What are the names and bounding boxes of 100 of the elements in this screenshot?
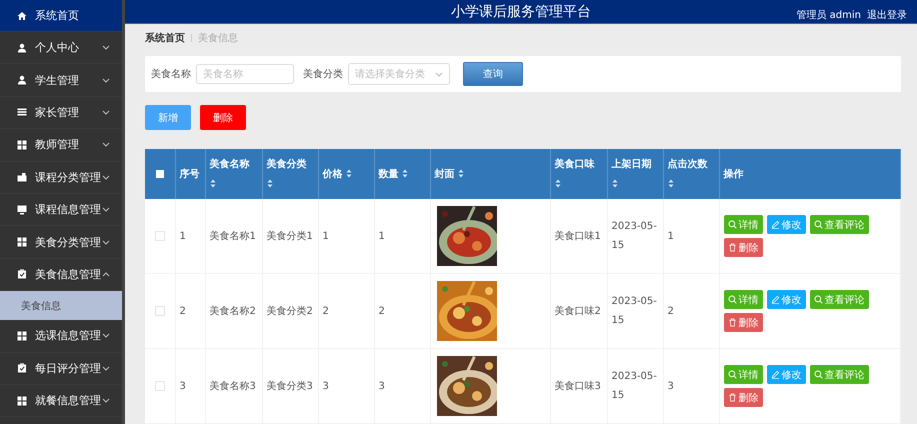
detail-button[interactable]: 详情 [724,215,762,234]
sidebar-item[interactable]: 家长管理 [0,96,122,130]
chevron-down-icon [102,110,110,115]
home-icon [17,10,27,20]
table-cell: 2023-05-15 [607,348,663,424]
breadcrumb-link[interactable]: 系统首页 [145,31,185,45]
table-cell: 3 [374,348,430,424]
sidebar-item[interactable]: 课程分类管理 [0,162,122,194]
grid-icon [17,396,27,406]
sidebar-item[interactable]: 个人中心 [0,32,122,64]
clipboard-icon [17,363,27,374]
delete-button[interactable]: 删除 [200,105,246,130]
list-icon [17,107,27,118]
add-button[interactable]: 新增 [145,105,191,130]
user-icon [17,75,27,86]
view-comments-button[interactable]: 查看评论 [810,215,868,234]
column-header[interactable]: 操作 [719,149,900,199]
sidebar-item[interactable]: 系统首页 [0,0,122,32]
app-title: 小学课后服务管理平台 [451,2,591,20]
trash-icon [728,243,736,252]
column-header[interactable]: 美食口味 [550,149,607,199]
table-cell: 美食分类2 [262,274,318,348]
table-cell: 2 [318,274,374,348]
column-header[interactable]: 美食分类 [262,149,318,199]
search-icon [814,370,822,379]
search-button[interactable]: 查询 [463,62,523,86]
sidebar-subitem[interactable]: 美食信息 [0,291,122,320]
column-header[interactable]: 美食名称 [205,149,262,199]
sort-icon[interactable] [612,178,618,188]
table-cell: 2 [175,274,205,348]
chevron-down-icon [102,78,110,83]
sort-icon[interactable] [554,178,560,188]
search-icon [728,370,736,379]
sort-icon[interactable] [210,178,216,188]
delete-button[interactable]: 删除 [724,238,762,257]
table-cell: 美食口味2 [550,274,607,348]
search-icon [814,220,822,229]
pencil-icon [770,370,780,379]
search-icon [728,295,736,304]
chevron-down-icon [435,72,443,76]
table-cell: 美食分类3 [262,348,318,424]
monitor-icon [17,204,27,215]
breadcrumb-current: 美食信息 [198,32,238,45]
sidebar-item[interactable]: 美食分类管理 [0,226,122,259]
edit-button[interactable]: 修改 [766,215,806,234]
view-comments-button[interactable]: 查看评论 [810,365,868,384]
table-cell: 3 [318,348,374,424]
edit-button[interactable]: 修改 [766,365,806,384]
detail-button[interactable]: 详情 [724,290,762,309]
chevron-down-icon [102,366,110,371]
sort-icon[interactable] [458,169,464,178]
name-input-field[interactable]: 美食名称 [196,64,294,84]
delete-button[interactable]: 删除 [724,388,762,407]
table-cell: 美食名称1 [205,199,262,274]
sidebar-item[interactable]: 教师管理 [0,129,122,162]
row-checkbox[interactable] [154,230,165,241]
table-cell: 美食名称3 [205,348,262,424]
sort-icon[interactable] [266,178,272,188]
row-checkbox[interactable] [154,306,165,316]
delete-button[interactable]: 删除 [724,313,762,332]
sort-icon[interactable] [668,178,674,188]
view-comments-button[interactable]: 查看评论 [810,290,868,309]
search-icon [728,220,736,229]
sidebar-item[interactable]: 学生管理 [0,64,122,97]
table-cell: 1 [175,199,205,274]
grid-icon [17,237,27,248]
sidebar-item[interactable]: 选课信息管理 [0,320,122,353]
sort-icon[interactable] [346,169,352,178]
pencil-icon [770,220,780,229]
sort-icon[interactable] [402,169,408,178]
grid-icon [17,140,27,150]
chevron-up-icon [102,272,110,277]
select-all-checkbox[interactable] [156,170,164,178]
table-cell: 美食口味3 [550,348,607,424]
grid-icon [17,330,27,341]
column-header[interactable]: 价格 [318,149,374,199]
table-cell: 2 [663,274,719,348]
user-label: 管理员 admin [796,9,861,22]
table-cell: 1 [374,199,430,274]
sidebar-item[interactable]: 课程信息管理 [0,194,122,226]
column-header[interactable]: 封面 [430,149,550,199]
row-checkbox[interactable] [154,380,165,391]
field-label: 美食分类 [303,68,343,81]
table-cell: 1 [663,199,719,274]
column-header[interactable]: 点击次数 [663,149,719,199]
chevron-down-icon [102,398,110,404]
briefcase-icon [17,172,27,182]
logout-link[interactable]: 退出登录 [867,8,907,22]
detail-button[interactable]: 详情 [724,365,762,384]
table-cell: 美食口味1 [550,199,607,274]
column-header[interactable]: 上架日期 [607,149,663,199]
table-cell: 1 [318,199,374,274]
table-cell: 美食名称2 [205,274,262,348]
column-header[interactable]: 数量 [374,149,430,199]
column-header[interactable]: 序号 [175,149,205,199]
sidebar-item[interactable]: 每日评分管理 [0,352,122,385]
search-icon [814,295,822,304]
chevron-down-icon [102,45,110,50]
sidebar-item[interactable]: 就餐信息管理 [0,384,122,418]
edit-button[interactable]: 修改 [766,290,806,309]
